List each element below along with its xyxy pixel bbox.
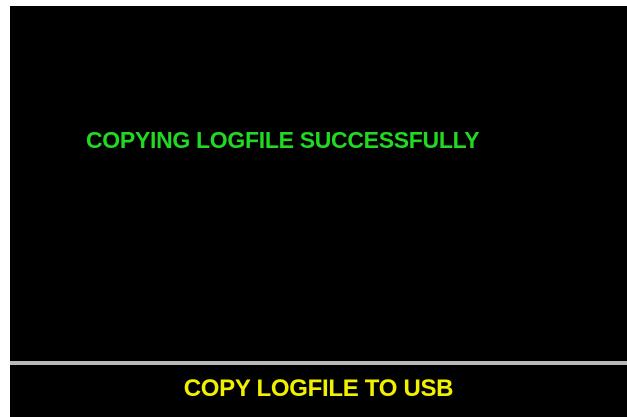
copy-status-message: COPYING LOGFILE SUCCESSFULLY [86,127,480,153]
screen-title: COPY LOGFILE TO USB [183,375,454,402]
device-screen: COPYING LOGFILE SUCCESSFULLY COPY LOGFIL… [10,6,627,417]
footer-divider [10,361,627,365]
